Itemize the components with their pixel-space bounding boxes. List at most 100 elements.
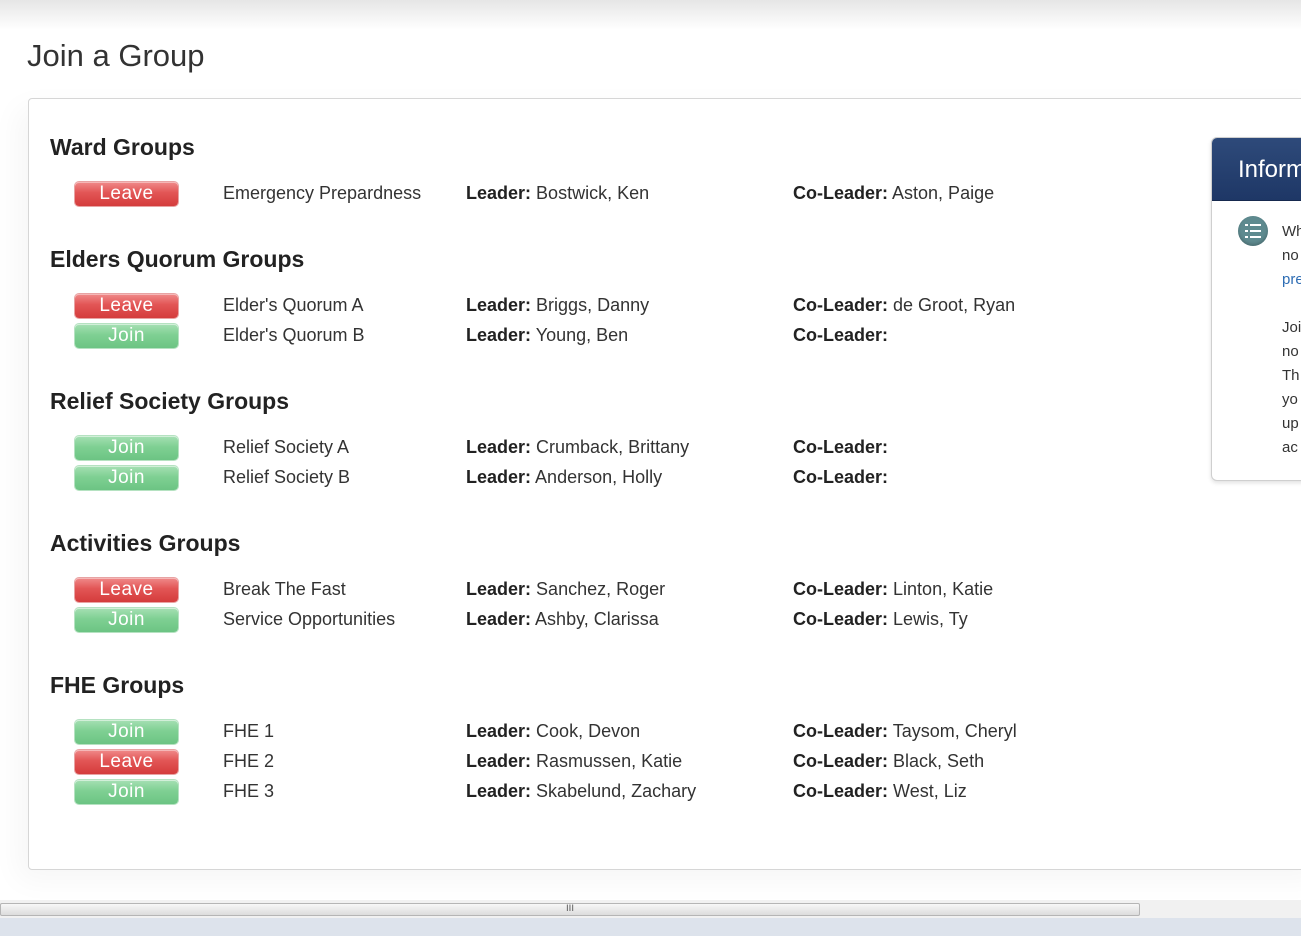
coleader-label: Co-Leader: — [793, 437, 889, 457]
information-card: Inform Wh no pre Joi no Th yo up ac — [1211, 137, 1301, 481]
group-row: Join FHE 3 Leader: Skabelund, Zachary Co… — [0, 778, 1200, 808]
leader-label: Leader: — [466, 609, 532, 629]
group-row: Leave FHE 2 Leader: Rasmussen, Katie Co-… — [0, 748, 1200, 778]
coleader-field: Co-Leader: Lewis, Ty — [793, 609, 968, 630]
coleader-label: Co-Leader: — [793, 467, 889, 487]
section-title-relief-society: Relief Society Groups — [50, 388, 290, 414]
section-title-fhe: FHE Groups — [50, 672, 185, 698]
group-row: Leave Elder's Quorum A Leader: Briggs, D… — [0, 292, 1200, 322]
join-button[interactable]: Join — [75, 608, 178, 632]
information-card-line — [1282, 292, 1301, 316]
group-name: Service Opportunities — [223, 609, 396, 629]
leader-name: Anderson, Holly — [535, 467, 663, 487]
group-name: Emergency Prepardness — [223, 183, 422, 203]
information-card-line: no — [1282, 343, 1299, 360]
leader-field: Leader: Rasmussen, Katie — [466, 751, 682, 772]
information-card-title: Inform — [1212, 138, 1301, 201]
leader-field: Leader: Sanchez, Roger — [466, 579, 665, 600]
coleader-field: Co-Leader: — [793, 467, 888, 488]
coleader-field: Co-Leader: — [793, 325, 888, 346]
leader-name: Crumback, Brittany — [536, 437, 690, 457]
coleader-label: Co-Leader: — [793, 781, 889, 801]
leader-name: Briggs, Danny — [536, 295, 650, 315]
leader-name: Skabelund, Zachary — [536, 781, 697, 801]
leader-field: Leader: Bostwick, Ken — [466, 183, 649, 204]
coleader-field: Co-Leader: Linton, Katie — [793, 579, 993, 600]
group-name: Break The Fast — [223, 579, 346, 599]
coleader-label: Co-Leader: — [793, 325, 889, 345]
leader-field: Leader: Briggs, Danny — [466, 295, 649, 316]
leave-button[interactable]: Leave — [75, 182, 178, 206]
leave-button[interactable]: Leave — [75, 750, 178, 774]
page-title: Join a Group — [27, 38, 205, 73]
join-button[interactable]: Join — [75, 780, 178, 804]
group-row: Join Elder's Quorum B Leader: Young, Ben… — [0, 322, 1200, 352]
coleader-label: Co-Leader: — [793, 609, 889, 629]
leader-field: Leader: Ashby, Clarissa — [466, 609, 659, 630]
leader-field: Leader: Young, Ben — [466, 325, 628, 346]
section-title-elders-quorum: Elders Quorum Groups — [50, 246, 305, 272]
section-title-activities: Activities Groups — [50, 530, 241, 556]
leader-label: Leader: — [466, 721, 532, 741]
leader-name: Young, Ben — [535, 325, 629, 345]
leader-label: Leader: — [466, 183, 532, 203]
leave-button[interactable]: Leave — [75, 294, 178, 318]
coleader-name: de Groot, Ryan — [893, 295, 1016, 315]
group-name: Relief Society A — [223, 437, 350, 457]
group-name: FHE 1 — [223, 721, 275, 741]
coleader-field: Co-Leader: — [793, 437, 888, 458]
leader-name: Cook, Devon — [536, 721, 641, 741]
leader-field: Leader: Anderson, Holly — [466, 467, 662, 488]
group-row: Join Relief Society A Leader: Crumback, … — [0, 434, 1200, 464]
window-bottom-bar — [0, 918, 1301, 936]
leader-field: Leader: Skabelund, Zachary — [466, 781, 696, 802]
information-card-text: Wh no pre Joi no Th yo up ac — [1282, 220, 1301, 460]
group-row: Join Relief Society B Leader: Anderson, … — [0, 464, 1200, 494]
information-card-line[interactable]: pre — [1282, 268, 1301, 292]
leader-name: Rasmussen, Katie — [536, 751, 683, 771]
coleader-label: Co-Leader: — [793, 183, 889, 203]
join-button[interactable]: Join — [75, 324, 178, 348]
join-button[interactable]: Join — [75, 720, 178, 744]
coleader-label: Co-Leader: — [793, 751, 889, 771]
coleader-name: Aston, Paige — [892, 183, 995, 203]
group-name: FHE 2 — [223, 751, 275, 771]
group-name: Elder's Quorum B — [223, 325, 365, 345]
window-top-shade — [0, 0, 1301, 30]
group-name: Relief Society B — [223, 467, 351, 487]
coleader-label: Co-Leader: — [793, 295, 889, 315]
group-row: Leave Break The Fast Leader: Sanchez, Ro… — [0, 576, 1200, 606]
leader-label: Leader: — [466, 437, 532, 457]
group-name: FHE 3 — [223, 781, 275, 801]
information-card-line: yo — [1282, 391, 1298, 408]
group-name: Elder's Quorum A — [223, 295, 364, 315]
information-card-line: Joi — [1282, 319, 1301, 336]
group-row: Join FHE 1 Leader: Cook, Devon Co-Leader… — [0, 718, 1200, 748]
list-icon — [1238, 216, 1268, 246]
coleader-field: Co-Leader: Black, Seth — [793, 751, 984, 772]
coleader-field: Co-Leader: West, Liz — [793, 781, 967, 802]
leader-name: Ashby, Clarissa — [535, 609, 659, 629]
leader-name: Sanchez, Roger — [536, 579, 666, 599]
leader-name: Bostwick, Ken — [536, 183, 650, 203]
coleader-name: Black, Seth — [893, 751, 985, 771]
leader-label: Leader: — [466, 325, 532, 345]
leader-field: Leader: Crumback, Brittany — [466, 437, 689, 458]
information-card-line: no — [1282, 247, 1299, 264]
scrollbar-thumb[interactable]: III — [0, 903, 1140, 916]
leave-button[interactable]: Leave — [75, 578, 178, 602]
coleader-name: Lewis, Ty — [893, 609, 968, 629]
coleader-label: Co-Leader: — [793, 721, 889, 741]
leader-field: Leader: Cook, Devon — [466, 721, 640, 742]
leader-label: Leader: — [466, 467, 532, 487]
join-button[interactable]: Join — [75, 436, 178, 460]
coleader-label: Co-Leader: — [793, 579, 889, 599]
leader-label: Leader: — [466, 781, 532, 801]
coleader-field: Co-Leader: Taysom, Cheryl — [793, 721, 1017, 742]
information-card-line: ac — [1282, 439, 1298, 456]
join-button[interactable]: Join — [75, 466, 178, 490]
coleader-name: West, Liz — [893, 781, 967, 801]
coleader-name: Linton, Katie — [893, 579, 994, 599]
group-row: Join Service Opportunities Leader: Ashby… — [0, 606, 1200, 636]
coleader-field: Co-Leader: Aston, Paige — [793, 183, 994, 204]
